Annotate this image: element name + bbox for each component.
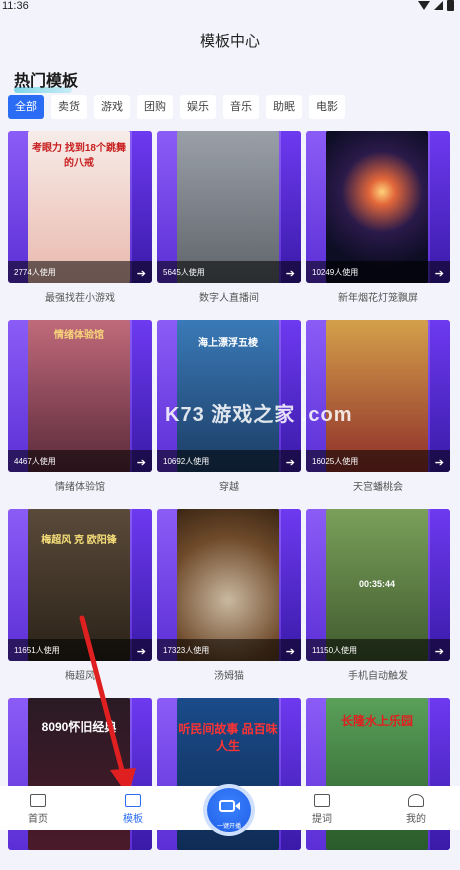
filter-movie[interactable]: 电影 — [309, 95, 345, 119]
poster-text: 梅超风 克 欧阳锋 — [41, 535, 117, 546]
template-thumbnail[interactable]: 17323人使用 ➔ — [157, 509, 301, 661]
arrow-right-icon[interactable]: ➔ — [137, 267, 146, 280]
usage-count: 11150人使用 — [312, 646, 358, 655]
nav-home-label: 首页 — [28, 814, 48, 825]
card-title: 数字人直播间 — [199, 293, 259, 304]
nav-home[interactable]: 首页 — [18, 794, 58, 825]
status-icons — [418, 0, 454, 11]
card-title: 新年烟花灯笼飘屏 — [338, 293, 418, 304]
poster-text: 情绪体验馆 — [54, 330, 104, 341]
section-title-text: 热门模板 — [14, 73, 79, 90]
card-title: 汤姆猫 — [214, 671, 244, 682]
filter-group-buy[interactable]: 团购 — [137, 95, 173, 119]
arrow-right-icon[interactable]: ➔ — [137, 645, 146, 658]
filter-all[interactable]: 全部 — [8, 95, 44, 119]
template-card[interactable]: 10249人使用 ➔ 新年烟花灯笼飘屏 — [306, 131, 450, 304]
nav-prompt[interactable]: 提词 — [302, 794, 342, 825]
filter-music[interactable]: 音乐 — [223, 95, 259, 119]
status-time: 11:36 — [2, 0, 29, 12]
poster-text: 长隆水上乐园 — [340, 714, 413, 728]
poster-text: 考眼力 找到18个跳舞的八戒 — [32, 143, 126, 169]
user-icon — [408, 794, 424, 807]
home-icon — [30, 794, 46, 807]
template-thumbnail[interactable]: 10249人使用 ➔ — [306, 131, 450, 283]
card-title: 手机自动触发 — [348, 671, 408, 682]
template-card[interactable]: 8090怀旧经典 — [8, 698, 152, 870]
card-title: 最强找茬小游戏 — [45, 293, 115, 304]
nav-me[interactable]: 我的 — [396, 794, 436, 825]
filter-games[interactable]: 游戏 — [94, 95, 130, 119]
arrow-right-icon[interactable]: ➔ — [286, 645, 295, 658]
template-thumbnail[interactable]: 00:35:44 11150人使用 ➔ — [306, 509, 450, 661]
nav-me-label: 我的 — [406, 814, 426, 825]
nav-template-label: 模板 — [123, 814, 143, 825]
card-title: 天宫蟠桃会 — [353, 482, 403, 493]
camera-lens-icon — [235, 802, 240, 810]
usage-count: 17323人使用 — [163, 646, 210, 655]
go-live-label: 一键开播 — [216, 824, 241, 830]
poster-text: 海上漂浮五棱 — [198, 338, 258, 349]
template-card[interactable]: 5645人使用 ➔ 数字人直播间 — [157, 131, 301, 304]
filter-row: 全部 卖货 游戏 团购 娱乐 音乐 助眠 电影 — [8, 95, 345, 119]
arrow-right-icon[interactable]: ➔ — [137, 456, 146, 469]
go-live-button[interactable]: 一键开播 — [207, 788, 251, 832]
template-icon — [125, 794, 141, 807]
poster-text: 00:35:44 — [358, 579, 396, 589]
template-card[interactable]: 00:35:44 11150人使用 ➔ 手机自动触发 — [306, 509, 450, 682]
arrow-right-icon[interactable]: ➔ — [286, 267, 295, 280]
template-thumbnail[interactable]: 16025人使用 ➔ — [306, 320, 450, 472]
template-card[interactable]: 梅超风 克 欧阳锋 11651人使用 ➔ 梅超风 — [8, 509, 152, 682]
section-title: 热门模板 — [14, 67, 79, 93]
filter-selling[interactable]: 卖货 — [51, 95, 87, 119]
battery-icon — [447, 0, 454, 11]
card-title: 情绪体验馆 — [55, 482, 105, 493]
usage-count: 2774人使用 — [14, 268, 56, 277]
poster-text: 听民间故事 品百味人生 — [178, 722, 278, 753]
status-bar: 11:36 — [0, 0, 460, 14]
wifi-icon — [418, 1, 430, 10]
template-card[interactable]: 长隆水上乐园 — [306, 698, 450, 870]
arrow-right-icon[interactable]: ➔ — [286, 456, 295, 469]
page-title: 模板中心 — [199, 33, 260, 50]
template-card[interactable]: 考眼力 找到18个跳舞的八戒 2774人使用 ➔ 最强找茬小游戏 — [8, 131, 152, 304]
usage-count: 10692人使用 — [163, 457, 210, 466]
usage-count: 10249人使用 — [312, 268, 359, 277]
arrow-right-icon[interactable]: ➔ — [435, 267, 444, 280]
template-card[interactable]: 17323人使用 ➔ 汤姆猫 — [157, 509, 301, 682]
arrow-right-icon[interactable]: ➔ — [435, 456, 444, 469]
template-thumbnail[interactable]: 5645人使用 ➔ — [157, 131, 301, 283]
usage-count: 16025人使用 — [312, 457, 359, 466]
template-thumbnail[interactable]: 海上漂浮五棱 10692人使用 ➔ — [157, 320, 301, 472]
filter-entertainment[interactable]: 娱乐 — [180, 95, 216, 119]
template-thumbnail[interactable]: 考眼力 找到18个跳舞的八戒 2774人使用 ➔ — [8, 131, 152, 283]
card-title: 梅超风 — [65, 671, 95, 682]
template-card[interactable]: 听民间故事 品百味人生 — [157, 698, 301, 870]
nav-template[interactable]: 模板 — [113, 794, 153, 825]
template-thumbnail[interactable]: 梅超风 克 欧阳锋 11651人使用 ➔ — [8, 509, 152, 661]
arrow-right-icon[interactable]: ➔ — [435, 645, 444, 658]
document-icon — [314, 794, 330, 807]
signal-icon — [434, 1, 443, 10]
filter-sleep[interactable]: 助眠 — [266, 95, 302, 119]
poster-text: 8090怀旧经典 — [41, 720, 117, 734]
card-title: 穿越 — [219, 482, 239, 493]
usage-count: 11651人使用 — [14, 646, 60, 655]
nav-prompt-label: 提词 — [312, 814, 332, 825]
usage-count: 5645人使用 — [163, 268, 205, 277]
usage-count: 4467人使用 — [14, 457, 56, 466]
template-card[interactable]: 情绪体验馆 4467人使用 ➔ 情绪体验馆 — [8, 320, 152, 493]
camera-icon — [219, 800, 235, 812]
template-thumbnail[interactable]: 情绪体验馆 4467人使用 ➔ — [8, 320, 152, 472]
watermark: K73 游戏之家 .com — [165, 404, 353, 426]
